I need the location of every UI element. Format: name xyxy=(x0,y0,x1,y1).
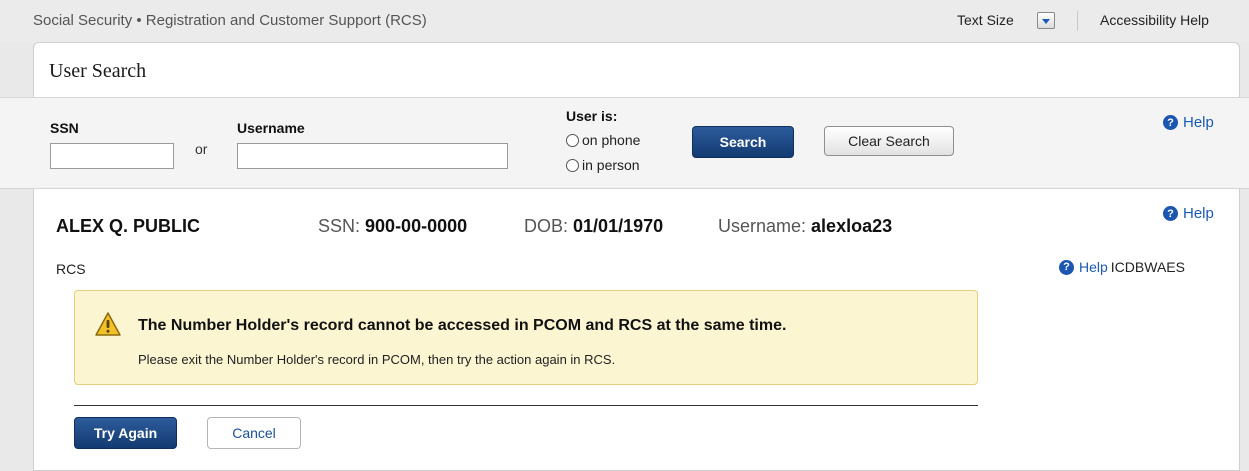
text-size-label: Text Size xyxy=(957,12,1014,28)
radio-button[interactable] xyxy=(566,158,579,172)
error-code: ICDBWAES xyxy=(1110,259,1185,275)
username-key: Username: xyxy=(718,216,807,236)
rcs-help: ? Help ICDBWAES xyxy=(1059,259,1185,275)
divider xyxy=(1077,11,1078,31)
help-icon[interactable]: ? xyxy=(1059,259,1074,275)
radio-in-person[interactable]: in person xyxy=(566,157,640,173)
try-again-button[interactable]: Try Again xyxy=(74,417,177,449)
help-icon: ? xyxy=(1163,206,1178,221)
help-label: Help xyxy=(1183,114,1214,131)
search-help-link[interactable]: ? Help xyxy=(1163,114,1214,131)
warning-title: The Number Holder's record cannot be acc… xyxy=(138,317,787,334)
warning-icon xyxy=(95,312,121,336)
user-name: ALEX Q. PUBLIC xyxy=(56,216,201,236)
dob-value: 01/01/1970 xyxy=(573,216,664,236)
cancel-button[interactable]: Cancel xyxy=(207,417,301,449)
username-input[interactable] xyxy=(237,143,508,169)
clear-search-button[interactable]: Clear Search xyxy=(824,126,954,156)
help-label: Help xyxy=(1183,205,1214,222)
radio-label: on phone xyxy=(582,132,641,148)
radio-on-phone[interactable]: on phone xyxy=(566,132,640,148)
rcs-help-link[interactable]: Help xyxy=(1079,259,1108,275)
username-label: Username xyxy=(237,120,305,136)
ssn-input[interactable] xyxy=(50,143,174,169)
accessibility-help-link[interactable]: Accessibility Help xyxy=(1100,12,1209,28)
user-ssn: SSN: 900-00-0000 xyxy=(318,216,467,237)
or-text: or xyxy=(195,141,208,157)
search-button[interactable]: Search xyxy=(692,126,794,158)
ssn-value: 900-00-0000 xyxy=(365,216,468,236)
divider xyxy=(74,405,978,406)
radio-label: in person xyxy=(582,157,640,173)
rcs-label: RCS xyxy=(56,261,86,277)
dob-key: DOB: xyxy=(524,216,569,236)
top-bar: Social Security • Registration and Custo… xyxy=(0,0,1249,42)
user-help-link[interactable]: ? Help xyxy=(1163,205,1214,222)
radio-button[interactable] xyxy=(566,133,579,147)
username-value: alexloa23 xyxy=(811,216,893,236)
ssn-key: SSN: xyxy=(318,216,361,236)
page-title: User Search xyxy=(49,60,147,82)
user-username: Username: alexloa23 xyxy=(718,216,892,237)
warning-alert: The Number Holder's record cannot be acc… xyxy=(74,290,978,385)
help-icon: ? xyxy=(1163,115,1178,130)
search-bar: SSN or Username User is: on phone in per… xyxy=(0,97,1249,189)
user-dob: DOB: 01/01/1970 xyxy=(524,216,663,237)
app-title: Social Security • Registration and Custo… xyxy=(33,12,427,29)
ssn-label: SSN xyxy=(50,120,79,136)
warning-message: Please exit the Number Holder's record i… xyxy=(138,352,616,367)
user-is-label: User is: xyxy=(566,108,618,124)
text-size-dropdown-button[interactable] xyxy=(1037,12,1055,29)
